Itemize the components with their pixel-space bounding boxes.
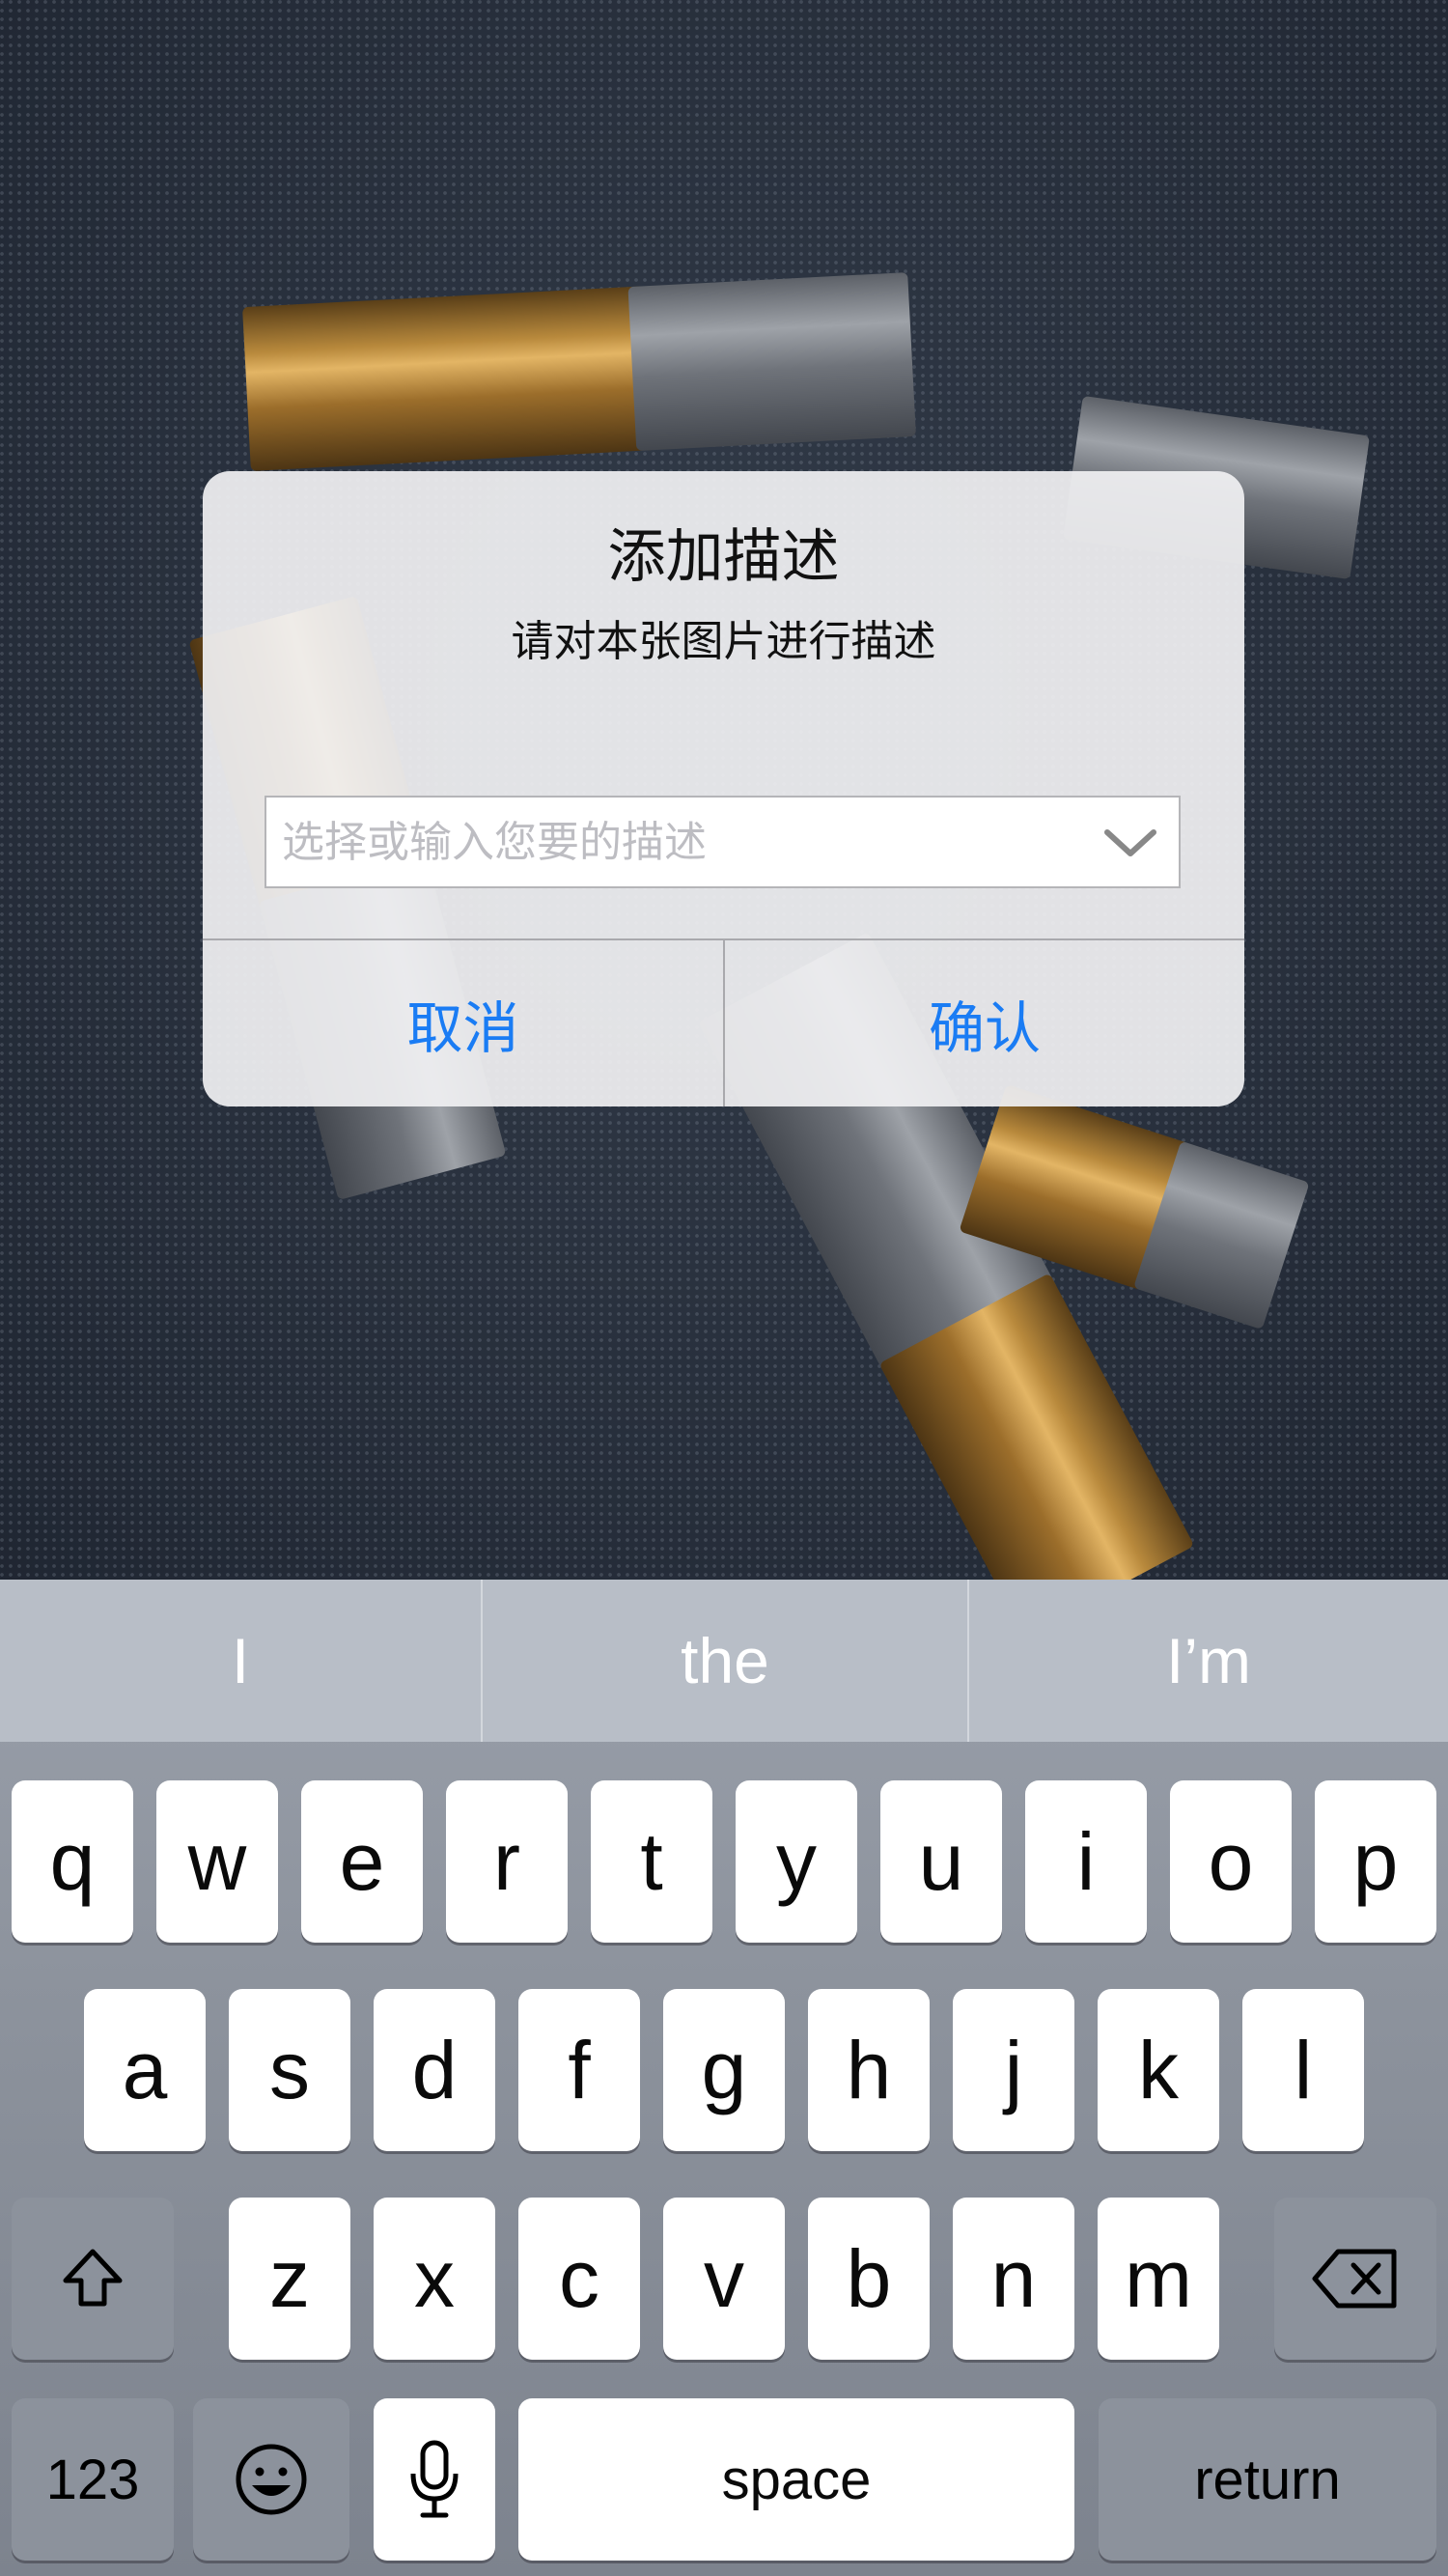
key-p[interactable]: p	[1315, 1780, 1436, 1943]
key-f[interactable]: f	[518, 1989, 640, 2151]
key-a[interactable]: a	[84, 1989, 206, 2151]
key-z[interactable]: z	[229, 2198, 350, 2360]
key-o[interactable]: o	[1170, 1780, 1292, 1943]
confirm-button[interactable]: 确认	[725, 940, 1244, 1106]
microphone-icon	[410, 2440, 459, 2518]
key-c[interactable]: c	[518, 2198, 640, 2360]
alert-message: 请对本张图片进行描述	[511, 617, 936, 666]
key-l[interactable]: l	[1242, 1989, 1364, 2151]
key-b[interactable]: b	[808, 2198, 930, 2360]
key-d[interactable]: d	[374, 1989, 495, 2151]
alert-title: 添加描述	[607, 523, 840, 591]
key-y[interactable]: y	[736, 1780, 857, 1943]
key-n[interactable]: n	[953, 2198, 1074, 2360]
suggestion-3[interactable]: I’m	[969, 1580, 1448, 1742]
key-t[interactable]: t	[591, 1780, 712, 1943]
key-j[interactable]: j	[953, 1989, 1074, 2151]
predictive-bar: I the I’m	[0, 1580, 1448, 1742]
description-input[interactable]	[282, 798, 1073, 886]
key-i[interactable]: i	[1025, 1780, 1147, 1943]
emoji-icon	[236, 2444, 307, 2515]
cancel-button[interactable]: 取消	[203, 940, 723, 1106]
key-v[interactable]: v	[663, 2198, 785, 2360]
key-r[interactable]: r	[446, 1780, 568, 1943]
shift-icon	[63, 2249, 123, 2307]
suggestion-2[interactable]: the	[483, 1580, 967, 1742]
key-x[interactable]: x	[374, 2198, 495, 2360]
key-k[interactable]: k	[1098, 1989, 1219, 2151]
delete-key[interactable]	[1274, 2198, 1436, 2360]
numbers-key[interactable]: 123	[12, 2398, 174, 2561]
key-h[interactable]: h	[808, 1989, 930, 2151]
key-u[interactable]: u	[880, 1780, 1002, 1943]
shift-key[interactable]	[12, 2198, 174, 2360]
microphone-key[interactable]	[374, 2398, 495, 2561]
key-m[interactable]: m	[1098, 2198, 1219, 2360]
delete-icon	[1312, 2249, 1397, 2309]
photo-bit-top	[242, 272, 916, 471]
key-e[interactable]: e	[301, 1780, 423, 1943]
key-g[interactable]: g	[663, 1989, 785, 2151]
key-q[interactable]: q	[12, 1780, 133, 1943]
key-w[interactable]: w	[156, 1780, 278, 1943]
return-key[interactable]: return	[1099, 2398, 1436, 2561]
description-combobox[interactable]	[265, 796, 1181, 888]
key-s[interactable]: s	[229, 1989, 350, 2151]
space-key[interactable]: space	[518, 2398, 1074, 2561]
keyboard: I the I’m q w e r t y u i o p a s d f g …	[0, 1580, 1448, 2576]
alert-dialog: 添加描述 请对本张图片进行描述 取消 确认	[203, 471, 1244, 1106]
chevron-down-icon[interactable]	[1101, 823, 1159, 861]
emoji-key[interactable]	[193, 2398, 349, 2561]
suggestion-1[interactable]: I	[0, 1580, 481, 1742]
